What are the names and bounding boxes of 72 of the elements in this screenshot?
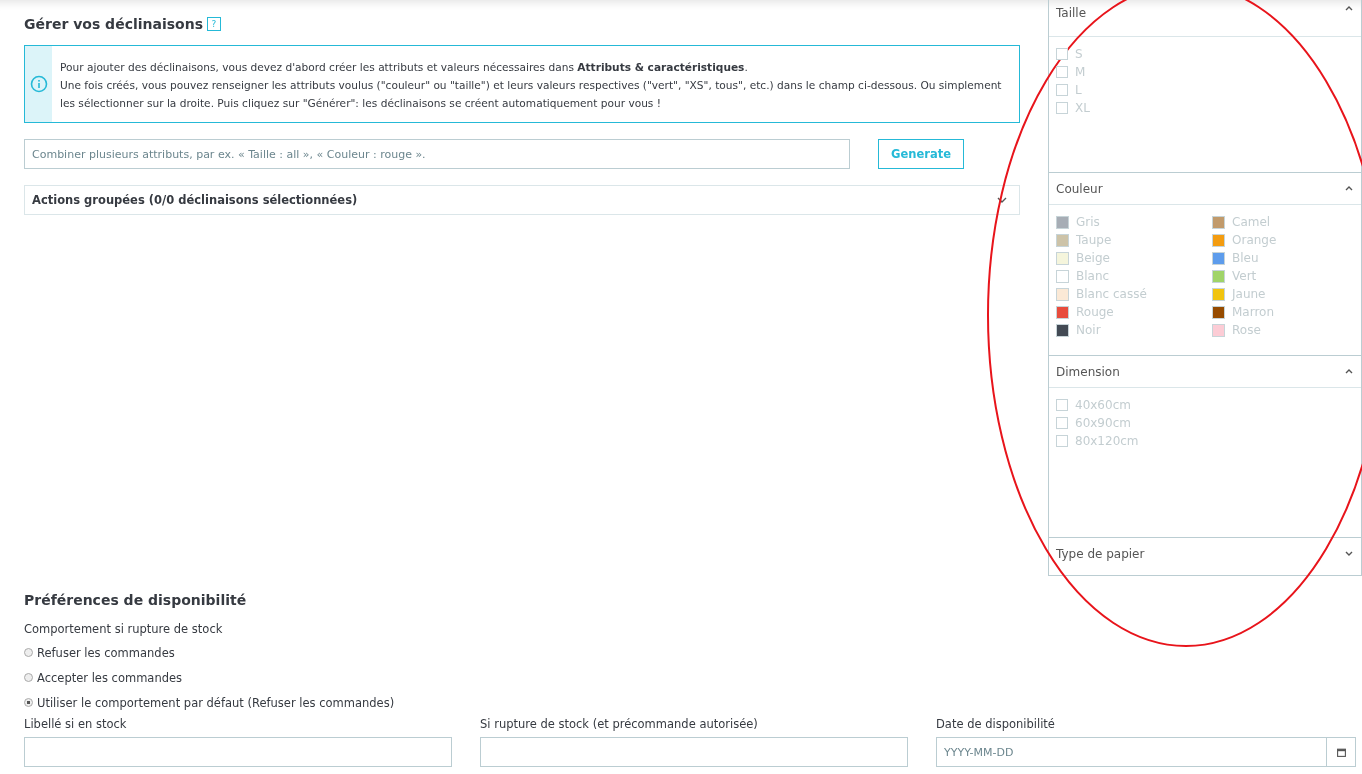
text-field[interactable] (480, 737, 908, 767)
attribute-panel-header[interactable]: Type de papier (1049, 538, 1361, 569)
attribute-combination-field[interactable]: Combiner plusieurs attributs, par ex. « Taille : all », « Couleur : rouge ». (24, 139, 850, 169)
color-swatch[interactable] (1212, 269, 1225, 283)
color-swatch[interactable] (1056, 287, 1069, 301)
field-label: Date de disponibilité (936, 717, 1056, 731)
color-label: Gris (1076, 215, 1100, 229)
color-label: Bleu (1232, 251, 1259, 265)
radio-button[interactable] (24, 673, 33, 682)
attribute-value-label: 80x120cm (1075, 434, 1139, 448)
chevron-icon (1345, 186, 1353, 191)
checkbox[interactable] (1056, 417, 1068, 429)
color-swatch[interactable] (1212, 251, 1225, 265)
color-swatch[interactable] (1212, 323, 1225, 337)
color-swatch[interactable] (1056, 251, 1069, 265)
radio-label: Utiliser le comportement par défaut (Refuser les commandes) (37, 695, 395, 710)
color-label: Blanc (1076, 269, 1110, 283)
radio-label: Refuser les commandes (37, 645, 175, 660)
attribute-value-label: S (1075, 47, 1083, 61)
color-label: Vert (1232, 269, 1257, 283)
color-swatch[interactable] (1212, 287, 1225, 301)
checkbox[interactable] (1056, 435, 1068, 447)
section-title: Préférences de disponibilité (24, 592, 248, 608)
color-swatch[interactable] (1212, 233, 1225, 247)
calendar-button[interactable] (1326, 737, 1356, 767)
chevron-icon (1345, 551, 1353, 556)
color-swatch[interactable] (1212, 215, 1225, 229)
color-label: Blanc cassé (1076, 287, 1147, 301)
color-label: Jaune (1232, 287, 1266, 301)
attribute-panel-header[interactable]: Dimension (1049, 356, 1361, 388)
attribute-panel-header[interactable]: Taille (1049, 0, 1361, 37)
color-swatch[interactable] (1056, 233, 1069, 247)
color-swatch[interactable] (1056, 269, 1069, 283)
color-swatch[interactable] (1056, 305, 1069, 319)
color-label: Beige (1076, 251, 1110, 265)
checkbox[interactable] (1056, 84, 1068, 96)
attribute-value-label: 60x90cm (1075, 416, 1131, 430)
section-title: Gérer vos déclinaisons (24, 16, 203, 32)
color-label: Camel (1232, 215, 1271, 229)
radio-label: Accepter les commandes (37, 670, 183, 685)
info-icon (29, 75, 48, 93)
text-field[interactable] (24, 737, 452, 767)
field-label: Si rupture de stock (et précommande autorisée) (480, 717, 759, 731)
checkbox[interactable] (1056, 66, 1068, 78)
color-label: Marron (1232, 305, 1275, 319)
color-label: Noir (1076, 323, 1101, 337)
radio-button[interactable] (24, 698, 33, 707)
color-swatch[interactable] (1212, 305, 1225, 319)
color-label: Orange (1232, 233, 1277, 247)
info-text: Pour ajouter des déclinaisons, vous devez d'abord créer les attributs et valeurs nécessaires dans Attributs & caractéristiques. Une fois créés, vous pouvez renseigner les attributs voulus ("couleur" ou "taille") et leurs valeurs respectives ("vert", "XS", tous", etc.) dans le champ ci-dessous. Ou simplement les sélectionner sur la droite. Puis cliquez sur "Générer": les déclinaisons se créent automatiquement pour vous ! (59, 60, 1003, 111)
color-label: Rouge (1076, 305, 1114, 319)
field-label: Libellé si en stock (24, 717, 128, 731)
bulk-actions-dropdown[interactable]: Actions groupées (0/0 déclinaisons sélectionnées) (24, 185, 1020, 215)
color-label: Rose (1232, 323, 1261, 337)
attribute-value-label: L (1075, 83, 1082, 97)
calendar-icon (1336, 747, 1346, 757)
attribute-value-label: XL (1075, 101, 1090, 115)
field-label: Comportement si rupture de stock (24, 622, 224, 636)
chevron-icon (997, 197, 1007, 203)
checkbox[interactable] (1056, 48, 1068, 60)
radio-button[interactable] (24, 648, 33, 657)
checkbox[interactable] (1056, 399, 1068, 411)
attribute-value-label: 40x60cm (1075, 398, 1131, 412)
date-field[interactable]: YYYY-MM-DD (936, 737, 1326, 767)
color-swatch[interactable] (1056, 323, 1069, 337)
chevron-icon (1345, 369, 1353, 374)
attribute-value-label: M (1075, 65, 1086, 79)
checkbox[interactable] (1056, 102, 1068, 114)
color-label: Taupe (1076, 233, 1112, 247)
attribute-panel-header[interactable]: Couleur (1049, 173, 1361, 205)
chevron-icon (1345, 6, 1353, 11)
color-swatch[interactable] (1056, 215, 1069, 229)
